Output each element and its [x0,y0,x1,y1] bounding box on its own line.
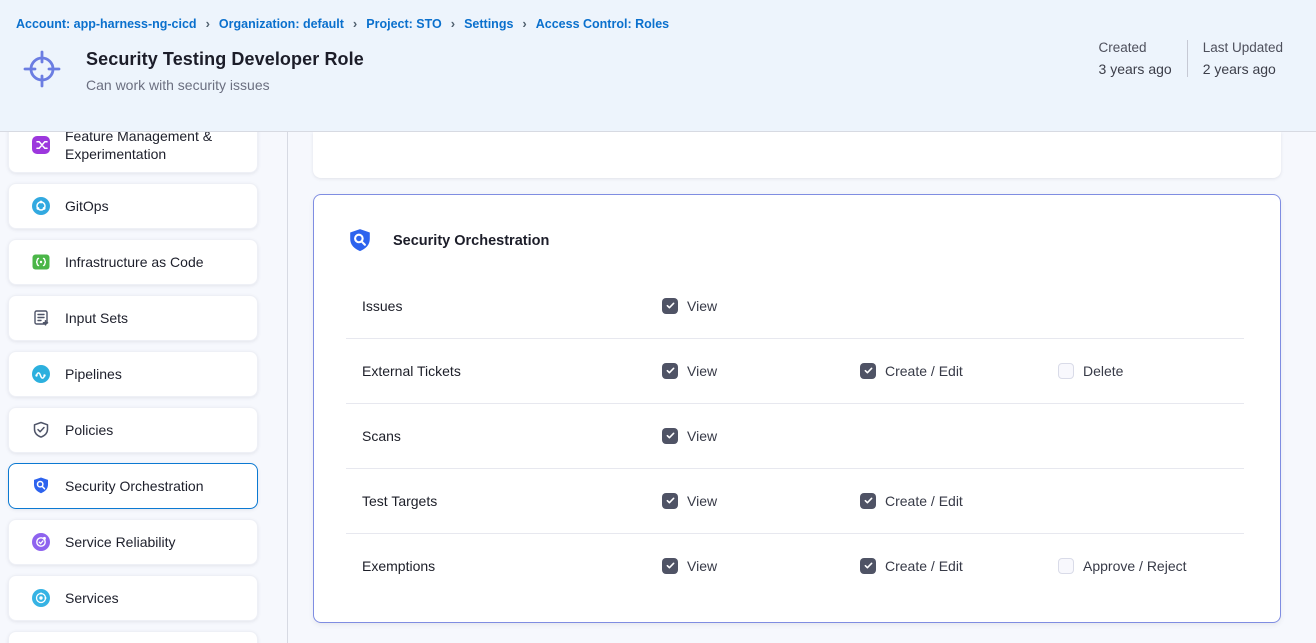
sidebar-item-gitops[interactable]: GitOps [8,183,258,229]
permission-label: Approve / Reject [1083,558,1187,574]
page-header: Account: app-harness-ng-cicd › Organizatio… [0,0,1316,132]
feature-management-icon [31,135,51,155]
checkbox-checked-icon[interactable] [860,493,876,509]
breadcrumb-separator-icon: › [206,16,210,31]
permission-external-tickets-create-edit[interactable]: Create / Edit [860,363,1058,379]
breadcrumb-link-account-app-harness-ng-cicd[interactable]: Account: app-harness-ng-cicd [16,17,197,31]
permission-row-exemptions: Exemptions View Create / Edit Approve / Rej… [314,533,1280,598]
checkbox-checked-icon[interactable] [662,298,678,314]
permission-label: View [687,493,717,509]
permission-row-issues: Issues View [314,273,1280,338]
permission-issues-view[interactable]: View [662,298,860,314]
breadcrumb-link-organization-default[interactable]: Organization: default [219,17,344,31]
created-meta: Created 3 years ago [1099,40,1172,77]
permission-label: Create / Edit [885,363,963,379]
created-value: 3 years ago [1099,61,1172,77]
last-updated-label: Last Updated [1203,40,1283,55]
role-meta: Created 3 years ago Last Updated 2 years… [1099,40,1283,77]
breadcrumb-separator-icon: › [522,16,526,31]
checkbox-checked-icon[interactable] [860,558,876,574]
permission-label: View [687,428,717,444]
sidebar-item-service-reliability[interactable]: Service Reliability [8,519,258,565]
permission-row-external-tickets: External Tickets View Create / Edit Delete [314,338,1280,403]
permission-scans-view[interactable]: View [662,428,860,444]
breadcrumb: Account: app-harness-ng-cicd › Organizatio… [16,16,1316,31]
input-sets-icon [31,308,51,328]
sidebar-item-security-orchestration[interactable]: Security Orchestration [8,463,258,509]
services-icon [31,588,51,608]
breadcrumb-link-settings[interactable]: Settings [464,17,513,31]
checkbox-checked-icon[interactable] [860,363,876,379]
permission-exemptions-approve-reject[interactable]: Approve / Reject [1058,558,1256,574]
permission-label: Create / Edit [885,493,963,509]
sidebar-item-label: Security Orchestration [65,477,214,495]
permission-test-targets-view[interactable]: View [662,493,860,509]
sidebar-item-label: Input Sets [65,309,138,327]
sidebar-item-label: Pipelines [65,365,132,383]
panel-title: Security Orchestration [393,233,549,249]
sidebar-item-input-sets[interactable]: Input Sets [8,295,258,341]
resource-label: Test Targets [362,493,662,509]
permission-external-tickets-delete[interactable]: Delete [1058,363,1256,379]
checkbox-unchecked-icon[interactable] [1058,363,1074,379]
breadcrumb-separator-icon: › [353,16,357,31]
permission-label: View [687,558,717,574]
permission-label: View [687,298,717,314]
sidebar-item-label: Infrastructure as Code [65,253,214,271]
sidebar-item-label: Feature Management & Experimentation [65,132,257,163]
permission-row-scans: Scans View [314,403,1280,468]
permission-row-test-targets: Test Targets View Create / Edit [314,468,1280,533]
page-subtitle: Can work with security issues [86,77,364,93]
permission-label: Delete [1083,363,1123,379]
sidebar-item-services[interactable]: Services [8,575,258,621]
main-content: Security Orchestration IssuesViewExterna… [288,132,1316,643]
permission-external-tickets-view[interactable]: View [662,363,860,379]
permission-exemptions-create-edit[interactable]: Create / Edit [860,558,1058,574]
last-updated-value: 2 years ago [1203,61,1283,77]
checkbox-checked-icon[interactable] [662,558,678,574]
permission-test-targets-create-edit[interactable]: Create / Edit [860,493,1058,509]
sidebar-item-label: Services [65,589,129,607]
security-orchestration-panel: Security Orchestration IssuesViewExterna… [313,194,1281,623]
breadcrumb-link-access-control-roles[interactable]: Access Control: Roles [536,17,669,31]
last-updated-meta: Last Updated 2 years ago [1203,40,1283,77]
security-orchestration-icon [31,476,51,496]
permission-label: Create / Edit [885,558,963,574]
resource-sidebar: Feature Management & Experimentation GitO… [0,132,288,643]
sidebar-item-infrastructure-as-code[interactable]: Infrastructure as Code [8,239,258,285]
infrastructure-as-code-icon [31,252,51,272]
policies-icon [31,420,51,440]
sidebar-item-partial[interactable] [8,631,258,643]
sidebar-item-feature-management-experimentation[interactable]: Feature Management & Experimentation [8,132,258,173]
sidebar-item-label: Policies [65,421,123,439]
checkbox-checked-icon[interactable] [662,363,678,379]
previous-panel-partial [313,132,1281,178]
permission-rows: Issues View External Tickets View Create / E… [314,273,1280,598]
checkbox-checked-icon[interactable] [662,493,678,509]
resource-label: Scans [362,428,662,444]
resource-label: Exemptions [362,558,662,574]
service-reliability-icon [31,532,51,552]
sidebar-item-label: GitOps [65,197,119,215]
permission-exemptions-view[interactable]: View [662,558,860,574]
meta-divider [1187,40,1188,77]
page-title: Security Testing Developer Role [86,49,364,70]
sidebar-item-policies[interactable]: Policies [8,407,258,453]
created-label: Created [1099,40,1172,55]
sidebar-list: Feature Management & Experimentation GitO… [0,132,287,643]
role-crosshair-icon [20,47,64,91]
breadcrumb-link-project-sto[interactable]: Project: STO [366,17,441,31]
security-orchestration-icon [346,227,374,255]
sidebar-item-label: Service Reliability [65,533,185,551]
resource-label: Issues [362,298,662,314]
breadcrumb-separator-icon: › [451,16,455,31]
permission-label: View [687,363,717,379]
checkbox-unchecked-icon[interactable] [1058,558,1074,574]
sidebar-item-pipelines[interactable]: Pipelines [8,351,258,397]
checkbox-checked-icon[interactable] [662,428,678,444]
resource-label: External Tickets [362,363,662,379]
gitops-icon [31,196,51,216]
pipelines-icon [31,364,51,384]
panel-header: Security Orchestration [346,219,1248,263]
